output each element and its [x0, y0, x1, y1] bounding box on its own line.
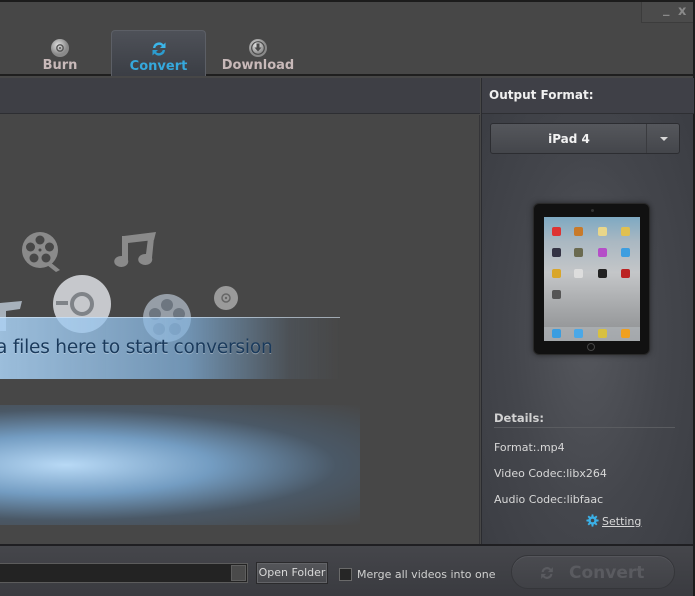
detail-format: Format:.mp4	[494, 441, 565, 454]
app-icon	[552, 248, 561, 257]
disc-icon	[51, 39, 69, 57]
app-icon	[621, 329, 630, 338]
chevron-down-icon[interactable]	[646, 124, 679, 153]
device-dock	[544, 327, 640, 341]
bottom-bar: Open Folder Merge all videos into one Co…	[0, 544, 693, 596]
app-icon	[598, 269, 607, 278]
browse-button[interactable]	[231, 565, 246, 581]
music-note-icon	[114, 232, 156, 267]
app-window: _ x Burn Convert Download a files here t…	[0, 0, 695, 596]
drop-zone[interactable]: a files here to start conversion	[0, 115, 480, 544]
app-icon	[574, 329, 583, 338]
app-icon	[621, 227, 630, 236]
convert-button[interactable]: Convert	[511, 555, 675, 589]
refresh-arrows-icon	[541, 567, 553, 579]
open-folder-button[interactable]: Open Folder	[256, 562, 328, 584]
app-icon	[621, 269, 630, 278]
convert-button-label: Convert	[569, 563, 645, 583]
film-reel-icon	[22, 232, 60, 272]
download-arrow-icon	[249, 39, 267, 57]
output-format-dropdown[interactable]: iPad 4	[490, 123, 680, 154]
device-camera	[591, 209, 594, 212]
file-list-header	[0, 78, 480, 114]
details-label: Details:	[494, 411, 544, 425]
tab-burn[interactable]: Burn	[13, 30, 107, 76]
small-disc-icon	[214, 286, 238, 310]
drop-zone-glow	[0, 405, 360, 525]
tab-download[interactable]: Download	[210, 30, 306, 76]
gear-icon	[586, 514, 599, 527]
tab-convert[interactable]: Convert	[111, 30, 206, 76]
output-path-field[interactable]	[0, 563, 248, 583]
tab-burn-label: Burn	[42, 58, 78, 73]
detail-audio-codec: Audio Codec:libfaac	[494, 493, 604, 506]
drop-instruction: a files here to start conversion	[0, 337, 273, 358]
device-screen	[544, 217, 640, 341]
details-divider	[494, 427, 675, 428]
minimize-icon[interactable]: _	[663, 2, 670, 17]
close-icon[interactable]: x	[678, 4, 686, 19]
app-icon	[598, 248, 607, 257]
output-format-title: Output Format:	[489, 88, 594, 102]
app-icon	[574, 269, 583, 278]
refresh-arrows-icon	[152, 42, 165, 56]
app-icon	[552, 269, 561, 278]
output-format-panel: Output Format: iPad 4 Details: Format:.m…	[481, 78, 694, 544]
app-icon	[598, 329, 607, 338]
tab-convert-label: Convert	[129, 59, 188, 74]
selected-format: iPad 4	[548, 132, 590, 146]
tab-bar: _ x Burn Convert Download	[0, 2, 693, 76]
setting-link[interactable]: Setting	[586, 514, 641, 528]
checkbox-box[interactable]	[339, 568, 352, 581]
app-icon	[552, 290, 561, 299]
ipad-device-image	[533, 203, 650, 355]
tab-download-label: Download	[221, 58, 295, 73]
detail-video-codec: Video Codec:libx264	[494, 467, 607, 480]
app-icon	[574, 227, 583, 236]
device-home-button	[587, 343, 595, 351]
app-icon	[598, 227, 607, 236]
app-icon	[574, 248, 583, 257]
setting-label: Setting	[602, 515, 642, 528]
app-icon	[621, 248, 630, 257]
app-icon	[552, 329, 561, 338]
merge-videos-label: Merge all videos into one	[357, 568, 496, 581]
window-controls: _ x	[641, 2, 693, 23]
app-icon	[552, 227, 561, 236]
output-format-header: Output Format:	[482, 78, 694, 114]
